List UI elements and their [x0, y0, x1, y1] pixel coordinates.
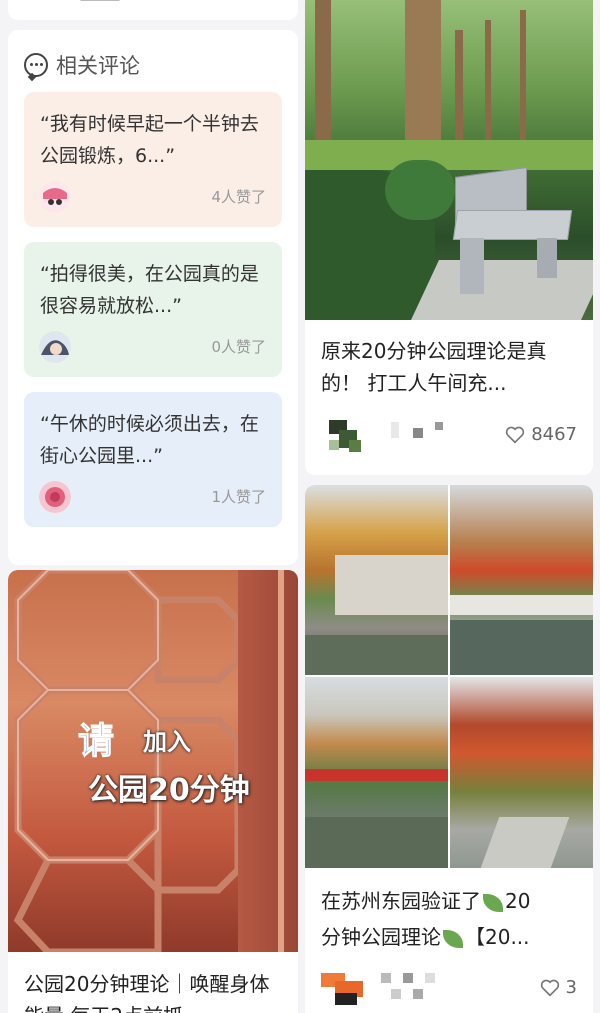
stone-path: [411, 260, 593, 320]
leaf-emoji-icon: [443, 929, 463, 948]
post-cover-image[interactable]: [305, 485, 593, 868]
comments-header: 相关评论: [24, 50, 282, 80]
like-count-text: 1人赞了: [211, 488, 266, 506]
window-frame: [238, 570, 298, 952]
post-title-part: 【20...: [465, 925, 530, 949]
author-name-mosaic[interactable]: [381, 973, 451, 1005]
post-meta: 3: [321, 973, 577, 1005]
photo-autumn-canal: [450, 485, 593, 675]
comment-text: “午休的时候必须出去，在街心公园里...”: [40, 413, 259, 467]
photo-garden-path: [450, 677, 593, 868]
comment-text: “我有时候早起一个半钟去公园锻炼，6...”: [40, 113, 259, 167]
post-title-part: 分钟公园理论: [321, 925, 441, 949]
like-count-text: 4人赞了: [211, 188, 266, 206]
avatar[interactable]: [39, 181, 71, 213]
like-count: 8467: [531, 424, 577, 445]
lawn: [305, 140, 593, 170]
post-title-part: 在苏州东园验证了: [321, 889, 481, 913]
cover-overlay-title: 公园20分钟: [88, 773, 250, 808]
post-meta: 8467: [321, 420, 577, 452]
post-cover-image[interactable]: [305, 0, 593, 320]
heart-icon: [506, 426, 525, 444]
comment-item[interactable]: “午休的时候必须出去，在街心公园里...” 1人赞了: [24, 392, 282, 527]
avatar[interactable]: [39, 481, 71, 513]
like-button[interactable]: 8467: [505, 424, 577, 445]
like-count-text: 0人赞了: [211, 338, 266, 356]
cover-overlay-qing: 请: [77, 721, 115, 763]
tree-trunk: [485, 20, 491, 140]
comment-item[interactable]: “拍得很美，在公园真的是很容易就放松...” 0人赞了: [24, 242, 282, 377]
comment-item[interactable]: “我有时候早起一个半钟去公园锻炼，6...” 4人赞了: [24, 92, 282, 227]
meta-placeholder: [80, 0, 120, 1]
cover-overlay-join: 加入: [143, 728, 191, 756]
post-cover-image[interactable]: 请 加入 公园20分钟: [8, 570, 298, 952]
shrubs: [385, 160, 455, 220]
post-card-forest-bench[interactable]: 原来20分钟公园理论是真的！ 打工人午间充... 8467: [305, 0, 593, 475]
post-title-part: 20: [505, 889, 531, 913]
heart-icon: [540, 979, 559, 997]
post-card-suzhou-east-garden[interactable]: 在苏州东园验证了 20 分钟公园理论 【20... 3: [305, 485, 593, 1013]
related-comments-card: 相关评论 “我有时候早起一个半钟去公园锻炼，6...” 4人赞了 “拍得很美，在…: [8, 30, 298, 565]
photo-autumn-wall: [305, 485, 448, 675]
avatar[interactable]: [39, 331, 71, 363]
post-title[interactable]: 原来20分钟公园理论是真的！ 打工人午间充...: [321, 335, 581, 399]
chat-bubble-icon: [24, 53, 48, 77]
previous-card-stub[interactable]: [8, 0, 298, 20]
post-title[interactable]: 在苏州东园验证了 20 分钟公园理论 【20...: [321, 883, 581, 955]
leaf-emoji-icon: [483, 893, 503, 912]
author-name-mosaic[interactable]: [391, 420, 451, 452]
tree-trunk: [455, 30, 463, 150]
bench-seat: [452, 210, 573, 240]
like-count: 3: [565, 977, 577, 998]
window-frame-edge: [278, 570, 284, 952]
tree-trunk: [520, 10, 526, 140]
photo-red-bridge: [305, 677, 448, 868]
author-avatar[interactable]: [321, 973, 367, 1005]
author-avatar[interactable]: [329, 420, 365, 452]
comment-text: “拍得很美，在公园真的是很容易就放松...”: [40, 263, 259, 317]
bench-leg: [537, 238, 557, 278]
comments-title: 相关评论: [56, 54, 140, 78]
like-button[interactable]: 3: [540, 977, 577, 998]
bench-leg: [460, 238, 484, 294]
post-title[interactable]: 公园20分钟理论｜唤醒身体能量 每天2点前抓: [24, 968, 284, 1013]
post-card-park-20-minutes[interactable]: 请 加入 公园20分钟 公园20分钟理论｜唤醒身体能量 每天2点前抓: [8, 570, 298, 1013]
